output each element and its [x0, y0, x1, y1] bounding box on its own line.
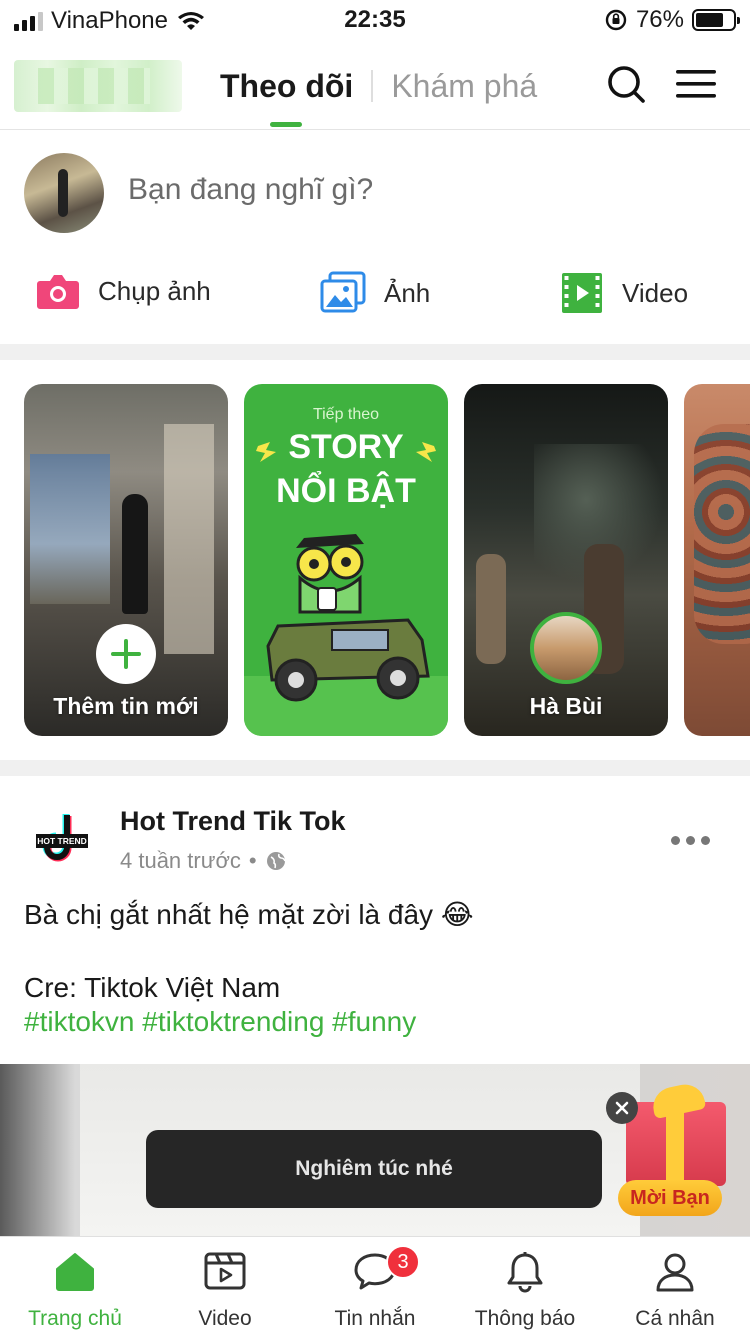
- lightning-icon: [416, 442, 436, 462]
- take-photo-button[interactable]: Chụp ảnh: [36, 271, 211, 311]
- story-user-avatar: [530, 612, 602, 684]
- photo-icon: [320, 271, 366, 313]
- video-icon: [562, 273, 602, 313]
- post-meta: 4 tuần trước •: [120, 848, 287, 874]
- section-divider: [0, 760, 750, 776]
- camera-icon: [37, 275, 79, 309]
- tab-notifications-label: Thông báo: [474, 1307, 576, 1330]
- post-hashtags[interactable]: #tiktokvn #tiktoktrending #funny: [24, 1006, 416, 1038]
- tab-divider: [371, 70, 374, 102]
- post-author-name[interactable]: Hot Trend Tik Tok: [120, 806, 346, 837]
- post-text: Bà chị gắt nhất hệ mặt zời là đây 😂: [24, 899, 474, 930]
- tab-messages[interactable]: 3 Tin nhắn: [300, 1237, 450, 1334]
- tab-profile[interactable]: Cá nhân: [600, 1237, 750, 1334]
- messages-badge: 3: [386, 1245, 420, 1279]
- post-author-avatar[interactable]: HOT TREND: [26, 804, 98, 876]
- user-story-card[interactable]: Hà Bùi: [464, 384, 668, 736]
- post-more-button[interactable]: [671, 836, 710, 845]
- more-dot: [701, 836, 710, 845]
- close-icon: [615, 1101, 629, 1115]
- globe-icon: [266, 852, 286, 870]
- video-caption: Nghiêm túc nhé: [146, 1130, 602, 1208]
- app-logo: [14, 60, 182, 112]
- tab-messages-label: Tin nhắn: [334, 1307, 416, 1330]
- tab-home-label: Trang chủ: [28, 1307, 122, 1330]
- stories-row: Thêm tin mới Tiếp theo STORY NỔI BẬT Hà …: [0, 360, 750, 760]
- post-credit: Cre: Tiktok Việt Nam: [24, 972, 281, 1003]
- lightning-icon: [256, 442, 276, 462]
- user-avatar[interactable]: [24, 153, 104, 233]
- active-tab-indicator: [270, 121, 302, 127]
- tab-following[interactable]: Theo dõi: [220, 68, 353, 127]
- post-composer: Bạn đang nghĩ gì? Chụp ảnh Ảnh Video: [0, 131, 750, 344]
- tab-profile-label: Cá nhân: [635, 1307, 715, 1330]
- tiktok-logo: HOT TREND: [36, 814, 88, 862]
- story-card-partial[interactable]: [684, 384, 750, 736]
- featured-story-subtitle: Tiếp theo: [312, 406, 380, 423]
- invite-friends-label: Mời Bạn: [618, 1180, 722, 1216]
- add-story-card[interactable]: Thêm tin mới: [24, 384, 228, 736]
- tab-explore[interactable]: Khám phá: [391, 68, 537, 105]
- tab-video[interactable]: Video: [150, 1237, 300, 1334]
- add-story-label: Thêm tin mới: [53, 693, 199, 719]
- video-player-icon: [204, 1252, 246, 1290]
- add-story-button[interactable]: [96, 624, 156, 684]
- bottom-tab-bar: Trang chủ Video 3 Tin nhắn Thông báo Cá …: [0, 1236, 750, 1334]
- story-user-name: Hà Bùi: [529, 693, 603, 719]
- mascot-illustration: [266, 534, 430, 702]
- more-dot: [671, 836, 680, 845]
- svg-text:HOT TREND: HOT TREND: [37, 836, 87, 846]
- video-button[interactable]: Video: [560, 271, 688, 315]
- person-icon: [656, 1253, 694, 1292]
- tab-video-label: Video: [198, 1307, 252, 1330]
- status-bar: VinaPhone 22:35 76%: [0, 0, 750, 40]
- app-screen: VinaPhone 22:35 76% Theo dõi Khám phá Bạ…: [0, 0, 750, 1334]
- battery-percent: 76%: [635, 6, 684, 33]
- section-divider: [0, 344, 750, 360]
- bell-icon: [507, 1252, 543, 1293]
- post-time: 4 tuần trước: [120, 848, 241, 873]
- featured-story-title-2: NỔI BẬT: [276, 472, 416, 510]
- feed-tabs: Theo dõi Khám phá: [220, 66, 537, 127]
- plus-icon: [111, 639, 141, 669]
- rotation-lock-icon: [605, 9, 627, 31]
- more-dot: [686, 836, 695, 845]
- composer-prompt[interactable]: Bạn đang nghĩ gì?: [128, 173, 373, 207]
- menu-icon[interactable]: [676, 68, 716, 100]
- top-header: Theo dõi Khám phá: [0, 40, 750, 130]
- meta-dot: •: [248, 848, 257, 873]
- battery-icon: [692, 9, 740, 31]
- close-gift-button[interactable]: [606, 1092, 638, 1124]
- tab-home[interactable]: Trang chủ: [0, 1237, 150, 1334]
- search-icon[interactable]: [606, 64, 646, 104]
- photo-button[interactable]: Ảnh: [320, 271, 430, 315]
- home-icon: [56, 1253, 94, 1291]
- tab-notifications[interactable]: Thông báo: [450, 1237, 600, 1334]
- featured-story-card[interactable]: Tiếp theo STORY NỔI BẬT: [244, 384, 448, 736]
